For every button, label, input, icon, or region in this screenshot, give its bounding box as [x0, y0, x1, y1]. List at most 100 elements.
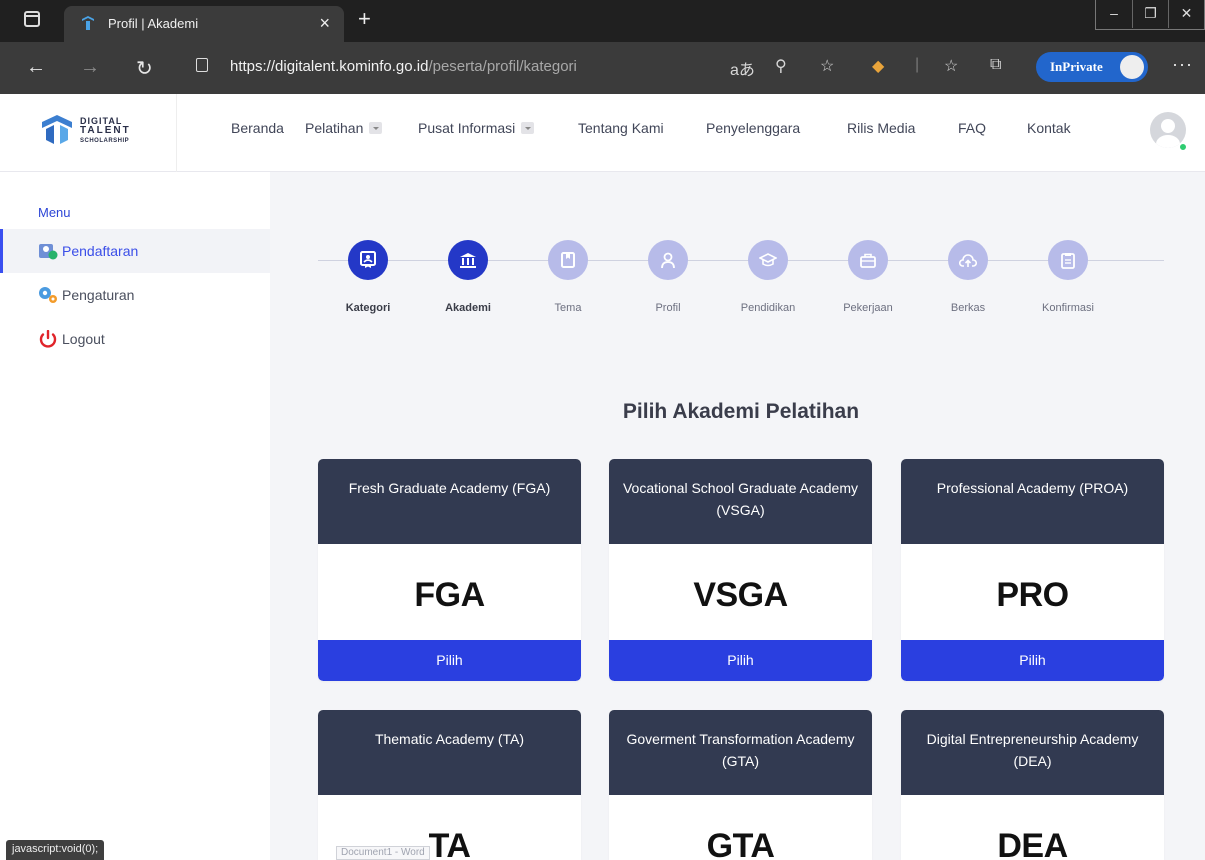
close-tab-icon[interactable]: ×	[319, 13, 330, 34]
refresh-icon[interactable]: ↻	[136, 56, 153, 81]
profile-avatar-icon	[1120, 55, 1144, 79]
academy-card-dea: Digital Entrepreneurship Academy (DEA) D…	[901, 710, 1164, 860]
step-tema[interactable]: Tema	[518, 240, 618, 314]
academy-card-abbr: PRO	[996, 576, 1069, 614]
step-akademi[interactable]: Akademi	[418, 240, 518, 314]
upload-icon	[948, 240, 988, 280]
academy-card-abbr: DEA	[997, 827, 1068, 860]
sidebar-item-label: Pengaturan	[62, 287, 135, 303]
academy-card-title: Professional Academy (PROA)	[901, 459, 1164, 544]
logo-line-3: SCHOLARSHIP	[80, 138, 130, 144]
logo-text: DIGITAL TALENT SCHOLARSHIP	[80, 116, 131, 146]
step-profil[interactable]: Profil	[618, 240, 718, 314]
favorites-icon[interactable]: ☆	[944, 56, 958, 76]
taskbar-preview-tooltip: Document1 - Word	[336, 846, 430, 860]
clipboard-icon	[1048, 240, 1088, 280]
academy-card-abbr: GTA	[706, 827, 775, 860]
logo[interactable]: DIGITAL TALENT SCHOLARSHIP	[0, 94, 177, 172]
step-label: Tema	[554, 302, 582, 314]
zoom-icon[interactable]: ⚲	[775, 56, 787, 76]
nav-tentang-kami[interactable]: Tentang Kami	[578, 120, 664, 136]
logo-icon	[42, 115, 72, 144]
nav-beranda[interactable]: Beranda	[231, 120, 284, 136]
select-button[interactable]: Pilih	[609, 640, 872, 681]
nav-kontak[interactable]: Kontak	[1027, 120, 1071, 136]
sidebar-item-pengaturan[interactable]: Pengaturan	[0, 273, 270, 317]
sidebar-item-pendaftaran[interactable]: Pendaftaran	[0, 229, 270, 273]
sidebar-item-label: Pendaftaran	[62, 243, 139, 259]
tab-title: Profil | Akademi	[108, 16, 199, 31]
address-bar: ← → ↻ https://digitalent.kominfo.go.id/p…	[0, 42, 1205, 94]
inprivate-label: InPrivate	[1050, 59, 1103, 74]
select-button[interactable]: Pilih	[901, 640, 1164, 681]
window-menu-icon[interactable]	[24, 11, 40, 27]
sidebar: Menu Pendaftaran Pengaturan Logout	[0, 172, 270, 860]
nav-faq[interactable]: FAQ	[958, 120, 986, 136]
academy-card-vsga: Vocational School Graduate Academy (VSGA…	[609, 459, 872, 681]
restore-icon[interactable]: ❐	[1132, 0, 1168, 28]
inprivate-button[interactable]: InPrivate	[1036, 52, 1148, 82]
collections-icon[interactable]: ⧉	[990, 56, 1001, 74]
badge-icon	[348, 240, 388, 280]
lock-icon[interactable]	[196, 58, 208, 72]
chevron-down-icon	[521, 122, 535, 134]
step-label: Berkas	[950, 302, 986, 314]
forward-icon[interactable]: →	[80, 56, 100, 79]
sidebar-item-logout[interactable]: Logout	[0, 317, 270, 361]
step-konfirmasi[interactable]: Konfirmasi	[1018, 240, 1118, 314]
divider-icon: |	[915, 56, 920, 73]
academy-card-title: Fresh Graduate Academy (FGA)	[318, 459, 581, 544]
new-tab-icon[interactable]: +	[358, 6, 371, 32]
step-label: Konfirmasi	[1042, 302, 1094, 314]
nav-pelatihan-label: Pelatihan	[305, 120, 364, 136]
institution-icon	[448, 240, 488, 280]
url-path: /peserta/profil/kategori	[428, 58, 577, 75]
browser-tab-bar: Profil | Akademi × + – ❐ ✕	[0, 0, 1205, 42]
nav-pusat-informasi[interactable]: Pusat Informasi	[418, 120, 535, 136]
step-label: Akademi	[445, 302, 491, 314]
person-icon	[648, 240, 688, 280]
more-options-icon[interactable]: ···	[1172, 54, 1193, 75]
select-button[interactable]: Pilih	[318, 640, 581, 681]
read-aloud-icon[interactable]: aあ	[730, 56, 755, 80]
academy-card-ta: Thematic Academy (TA) TA	[318, 710, 581, 860]
online-status-icon	[1178, 142, 1188, 152]
step-label: Kategori	[345, 302, 391, 314]
logo-line-2: TALENT	[80, 125, 131, 136]
power-icon	[39, 330, 57, 348]
step-pekerjaan[interactable]: Pekerjaan	[818, 240, 918, 314]
academy-card-fga: Fresh Graduate Academy (FGA) FGA Pilih	[318, 459, 581, 681]
step-pendidikan[interactable]: Pendidikan	[718, 240, 818, 314]
academy-card-gta: Goverment Transformation Academy (GTA) G…	[609, 710, 872, 860]
url-field[interactable]: https://digitalent.kominfo.go.id/peserta…	[230, 58, 577, 75]
favicon-icon	[82, 16, 94, 30]
nav-pelatihan[interactable]: Pelatihan	[305, 120, 383, 136]
nav-penyelenggara[interactable]: Penyelenggara	[706, 120, 800, 136]
chevron-down-icon	[369, 122, 383, 134]
step-berkas[interactable]: Berkas	[918, 240, 1018, 314]
close-window-icon[interactable]: ✕	[1168, 0, 1204, 28]
nav-rilis-media[interactable]: Rilis Media	[847, 120, 915, 136]
step-kategori[interactable]: Kategori	[318, 240, 418, 314]
sidebar-heading: Menu	[38, 205, 71, 220]
status-bar-link: javascript:void(0);	[6, 840, 105, 860]
window-controls: – ❐ ✕	[1095, 0, 1205, 30]
step-label: Profil	[655, 302, 681, 314]
briefcase-icon	[848, 240, 888, 280]
extension-icon[interactable]: ◆	[872, 56, 884, 76]
back-icon[interactable]: ←	[26, 56, 46, 79]
sidebar-item-label: Logout	[62, 331, 105, 347]
academy-card-title: Digital Entrepreneurship Academy (DEA)	[901, 710, 1164, 795]
book-icon	[548, 240, 588, 280]
settings-gears-icon	[39, 287, 57, 303]
academy-card-abbr: VSGA	[693, 576, 788, 614]
minimize-icon[interactable]: –	[1096, 0, 1132, 28]
academy-card-title: Thematic Academy (TA)	[318, 710, 581, 795]
academy-card-abbr: FGA	[414, 576, 485, 614]
registration-icon	[39, 244, 58, 260]
browser-tab[interactable]: Profil | Akademi ×	[64, 6, 344, 42]
academy-card-title: Vocational School Graduate Academy (VSGA…	[609, 459, 872, 544]
step-label: Pendidikan	[740, 302, 796, 314]
graduation-cap-icon	[748, 240, 788, 280]
add-favorite-icon[interactable]: ☆	[820, 56, 834, 76]
